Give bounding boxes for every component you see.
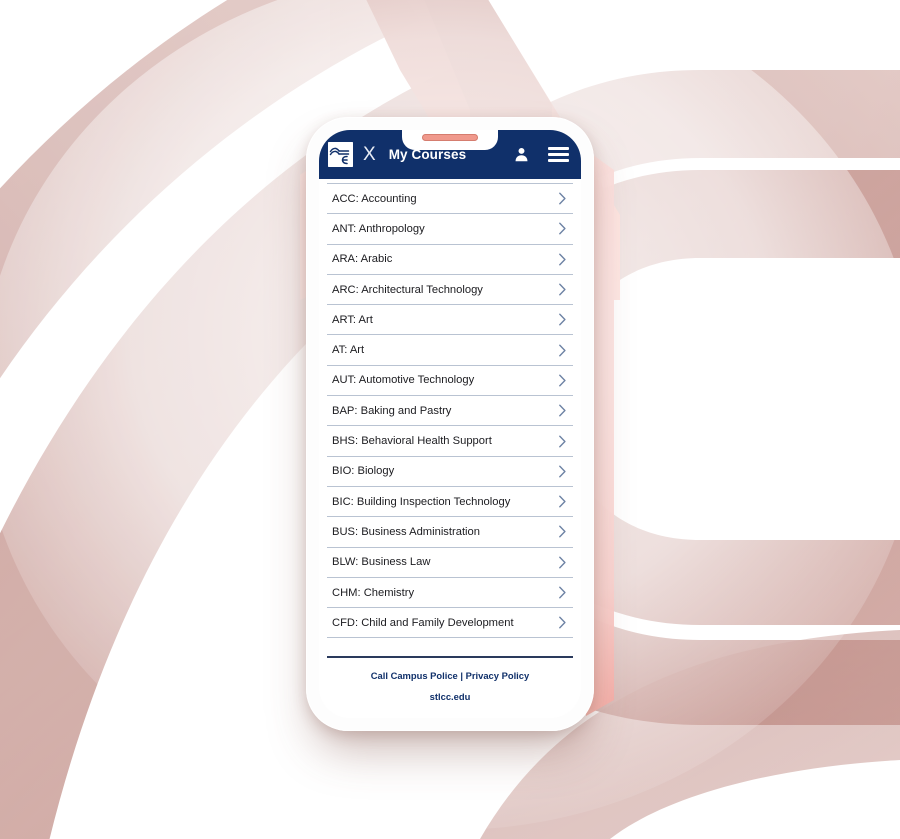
course-list-item[interactable]: ARA: Arabic — [327, 243, 573, 274]
chevron-right-icon[interactable] — [558, 435, 567, 448]
footer-links-row: Call Campus Police | Privacy Policy — [333, 670, 567, 682]
footer-site-row: stlcc.edu — [333, 691, 567, 702]
course-list-item[interactable]: ARC: Architectural Technology — [327, 273, 573, 305]
course-list-item[interactable]: BLW: Business Law — [327, 546, 573, 577]
chevron-right-icon[interactable] — [558, 556, 567, 569]
chevron-right-icon[interactable] — [558, 404, 567, 417]
course-list-item-label: BHS: Behavioral Health Support — [332, 435, 492, 448]
chevron-right-icon[interactable] — [558, 465, 567, 478]
course-list-partial-row — [327, 637, 573, 653]
course-list-item-label: ARA: Arabic — [332, 253, 393, 266]
course-list-item-label: AUT: Automotive Technology — [332, 374, 475, 387]
chevron-right-icon[interactable] — [558, 283, 567, 296]
footer-separator: | — [460, 670, 464, 682]
course-list-item[interactable]: CFD: Child and Family Development — [327, 607, 573, 638]
course-list-item[interactable]: BHS: Behavioral Health Support — [327, 425, 573, 456]
course-list-item-label: BUS: Business Administration — [332, 525, 480, 538]
course-list-item-label: AT: Art — [332, 344, 365, 357]
course-list-item[interactable]: ACC: Accounting — [327, 183, 573, 214]
chevron-right-icon[interactable] — [558, 586, 567, 599]
page-title: My Courses — [388, 147, 467, 162]
course-list-item-label: BAP: Baking and Pastry — [332, 404, 452, 417]
course-list-item[interactable]: AUT: Automotive Technology — [327, 364, 573, 396]
chevron-right-icon[interactable] — [558, 192, 567, 205]
page-canvas: X My Courses ACC: Accounting ANT: Anthrop… — [0, 0, 900, 839]
app-header: X My Courses — [319, 130, 581, 179]
privacy-policy-link[interactable]: Privacy Policy — [466, 670, 530, 681]
screen-content: ACC: Accounting ANT: Anthropology ARA: Ara… — [319, 179, 581, 718]
app-footer: Call Campus Police | Privacy Policy stlc… — [327, 656, 573, 718]
course-list-item[interactable]: AT: Art — [327, 334, 573, 365]
course-list-item-label: ART: Art — [332, 313, 373, 326]
person-icon[interactable] — [513, 146, 530, 163]
call-campus-police-link[interactable]: Call Campus Police — [371, 670, 458, 681]
course-list-item[interactable]: BAP: Baking and Pastry — [327, 395, 573, 426]
course-list-item-label: ANT: Anthropology — [332, 222, 425, 235]
stlcc-site-link[interactable]: stlcc.edu — [430, 691, 471, 702]
course-list-item-label: BIO: Biology — [332, 465, 395, 478]
chevron-right-icon[interactable] — [558, 222, 567, 235]
chevron-right-icon[interactable] — [558, 313, 567, 326]
chevron-right-icon[interactable] — [558, 495, 567, 508]
course-list-item[interactable]: ANT: Anthropology — [327, 213, 573, 244]
course-list-item[interactable]: BIC: Building Inspection Technology — [327, 485, 573, 517]
chevron-right-icon[interactable] — [558, 616, 567, 629]
stlcc-wave-logo-icon[interactable] — [328, 142, 353, 167]
chevron-right-icon[interactable] — [558, 374, 567, 387]
course-list-item[interactable]: ART: Art — [327, 304, 573, 335]
chevron-right-icon[interactable] — [558, 253, 567, 266]
course-list-item-label: CFD: Child and Family Development — [332, 616, 514, 629]
course-list-item-label: CHM: Chemistry — [332, 586, 415, 599]
course-list-item[interactable]: BIO: Biology — [327, 455, 573, 486]
course-list-item-label: BIC: Building Inspection Technology — [332, 495, 511, 508]
phone-screen: X My Courses ACC: Accounting ANT: Anthrop… — [319, 130, 581, 718]
chevron-right-icon[interactable] — [558, 344, 567, 357]
hamburger-menu-icon[interactable] — [548, 147, 569, 162]
course-list-item-label: BLW: Business Law — [332, 556, 431, 569]
x-separator-glyph: X — [363, 144, 376, 165]
course-list-item-label: ARC: Architectural Technology — [332, 283, 483, 296]
course-list-item-label: ACC: Accounting — [332, 192, 417, 205]
course-list-item[interactable]: CHM: Chemistry — [327, 576, 573, 608]
chevron-right-icon[interactable] — [558, 525, 567, 538]
course-list-item[interactable]: BUS: Business Administration — [327, 516, 573, 547]
course-list[interactable]: ACC: Accounting ANT: Anthropology ARA: Ara… — [319, 179, 581, 656]
phone-mockup: X My Courses ACC: Accounting ANT: Anthrop… — [306, 117, 594, 731]
